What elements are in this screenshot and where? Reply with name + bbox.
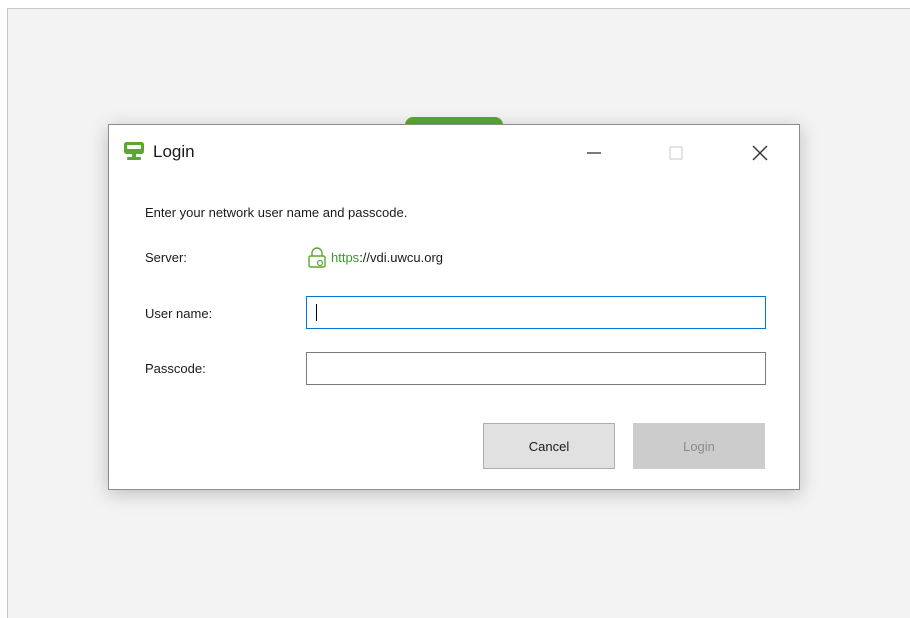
- lock-icon: [308, 247, 326, 268]
- maximize-button[interactable]: [653, 133, 699, 173]
- username-input[interactable]: [306, 296, 766, 329]
- cancel-button[interactable]: Cancel: [483, 423, 615, 469]
- minimize-icon: [587, 152, 601, 154]
- username-label: User name:: [145, 306, 213, 321]
- maximize-icon: [669, 146, 683, 160]
- close-icon: [752, 145, 768, 161]
- dialog-title: Login: [153, 142, 195, 161]
- text-caret: [316, 304, 317, 321]
- server-address: https://vdi.uwcu.org: [306, 246, 443, 268]
- close-button[interactable]: [737, 133, 783, 173]
- login-button[interactable]: Login: [633, 423, 765, 469]
- server-protocol: https: [331, 249, 360, 265]
- instructions-text: Enter your network user name and passcod…: [145, 205, 408, 220]
- dialog-titlebar[interactable]: Login: [109, 125, 799, 181]
- login-dialog: Login Enter your network user name and p…: [108, 124, 800, 490]
- server-label: Server:: [145, 250, 187, 265]
- server-host: ://vdi.uwcu.org: [359, 249, 444, 265]
- minimize-button[interactable]: [571, 133, 617, 173]
- passcode-label: Passcode:: [145, 361, 206, 376]
- monitor-icon: [124, 142, 144, 160]
- passcode-input[interactable]: [306, 352, 766, 385]
